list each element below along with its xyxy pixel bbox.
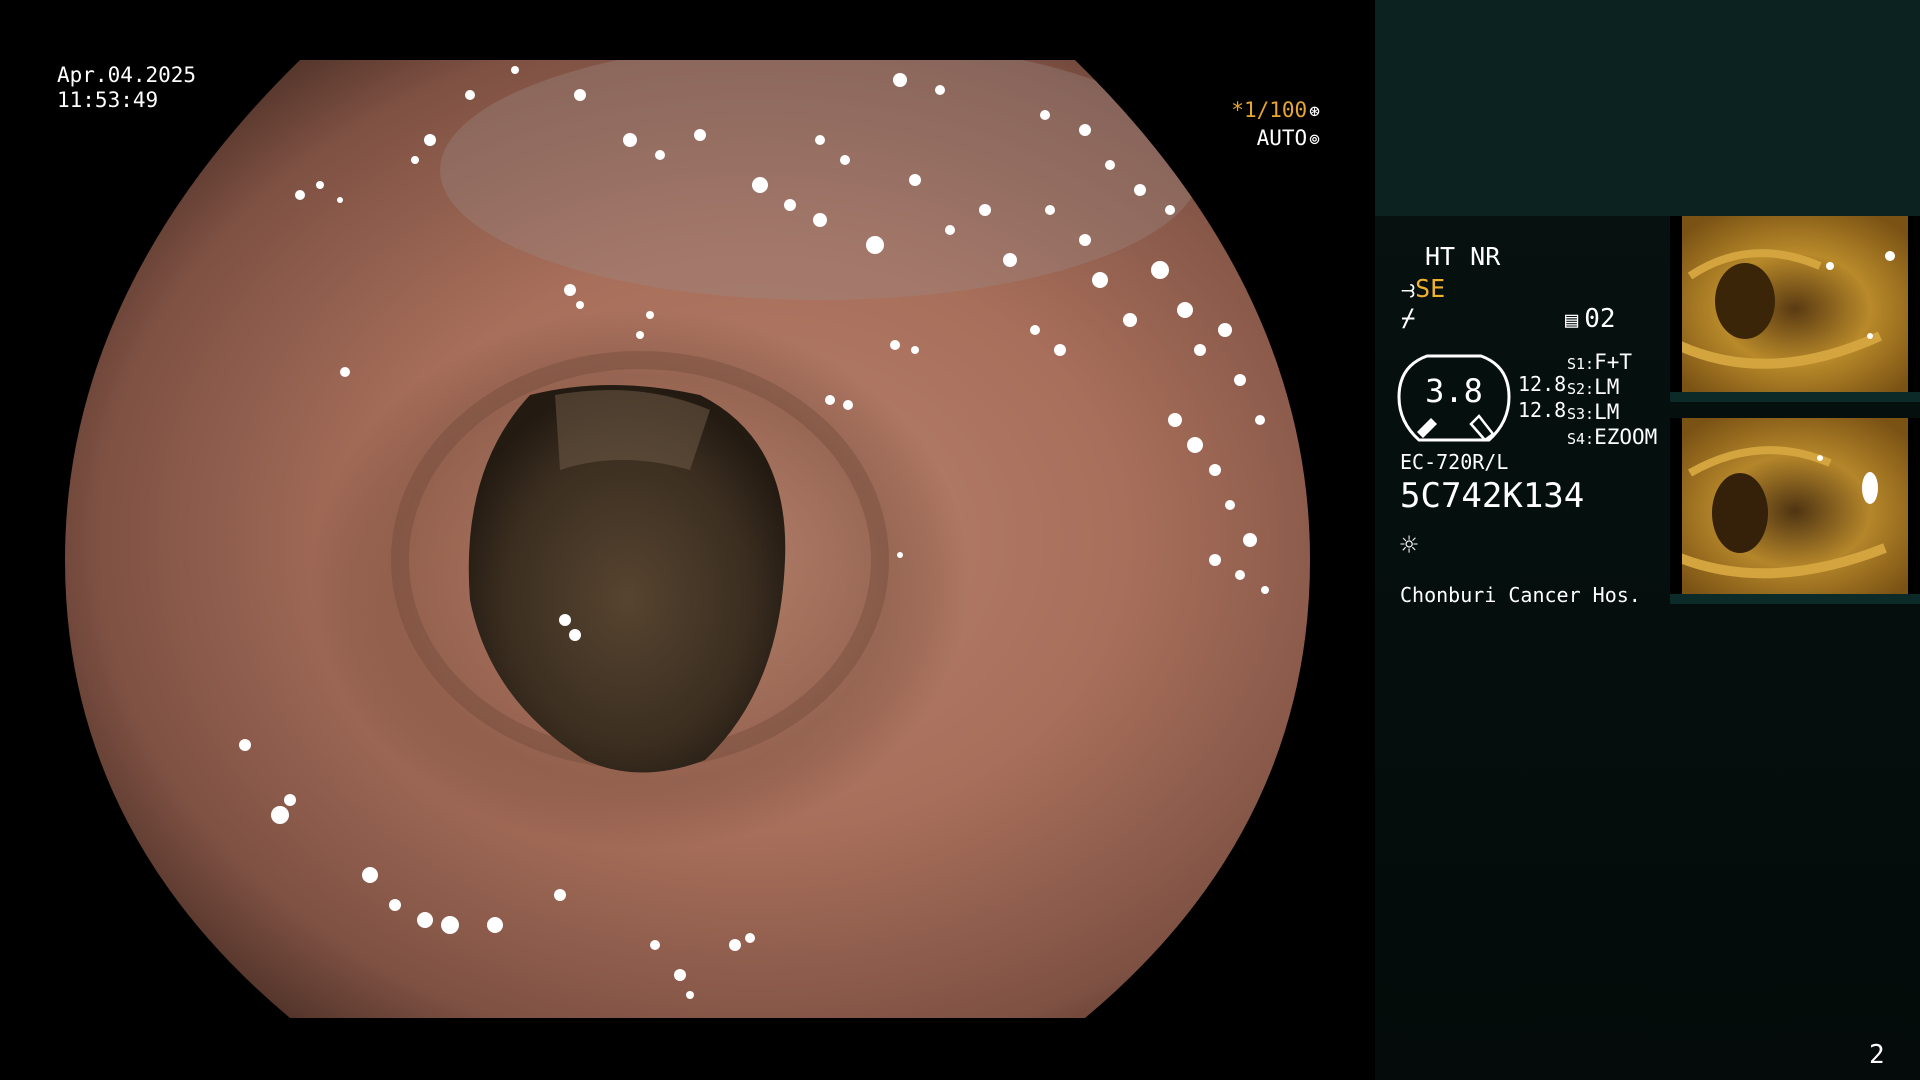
structure-enhance-row: ⥽SE [1401, 274, 1445, 304]
memory-count-row: ▤ 02 [1565, 304, 1616, 334]
switch-value: LM [1594, 400, 1620, 424]
enhance-mode-text: SE [1415, 274, 1446, 303]
switch-row-1: S1:F+T [1567, 350, 1632, 374]
enhance-icon: ⥽ [1401, 274, 1416, 303]
hospital-name-text: Chonburi Cancer Hos. [1400, 583, 1641, 607]
date-time-overlay: Apr.04.2025 11:53:49 [57, 63, 196, 113]
endoscope-live-view: Apr.04.2025 11:53:49 *1/100 ⊛ AUTO ⊚ [0, 0, 1375, 1080]
thumbnail-image [1670, 418, 1920, 604]
switch-key: S3: [1567, 405, 1595, 423]
gauge-value-text: 3.8 [1425, 372, 1483, 410]
gauge-bottom-value: 12.8 [1518, 398, 1567, 422]
time-text: 11:53:49 [57, 88, 159, 112]
switch-value: F+T [1594, 350, 1633, 374]
captured-frame-thumbnail[interactable] [1670, 216, 1920, 402]
switch-row-3: S3:LM [1567, 400, 1619, 424]
switch-key: S1: [1567, 355, 1595, 373]
tone-icon: ⌿ [1401, 304, 1416, 332]
processor-info-panel: HT NR ⥽SE ⌿ ▤ 02 3.8 12.8 12.8 S1:F+T S2:… [1375, 0, 1920, 1080]
thumbnail-image [1670, 216, 1920, 402]
thumbnail-caption-bar [1670, 392, 1920, 402]
captured-frame-thumbnail[interactable] [1670, 418, 1920, 604]
iris-mode-overlay: AUTO ⊚ [1257, 126, 1320, 152]
iris-mode-text: AUTO [1256, 126, 1308, 150]
sun-icon: ☼ [1400, 528, 1419, 563]
switch-row-2: S2:LM [1567, 375, 1619, 399]
switch-key: S4: [1567, 430, 1595, 448]
memory-card-icon: ▤ [1565, 308, 1579, 333]
aperture-icon: ⊛ [1309, 101, 1320, 122]
panel-header-block [1375, 0, 1920, 216]
switch-key: S2: [1567, 380, 1595, 398]
page-number-text: 2 [1869, 1040, 1885, 1070]
shutter-speed-overlay: *1/100 ⊛ [1231, 98, 1320, 124]
switch-value: EZOOM [1594, 425, 1658, 449]
gauge-top-value: 12.8 [1518, 372, 1567, 396]
switch-value: LM [1594, 375, 1620, 399]
switch-row-4: S4:EZOOM [1567, 425, 1657, 449]
scope-model-text: EC-720R/L [1400, 450, 1509, 474]
thumbnail-caption-bar [1670, 594, 1920, 604]
scope-serial-text: 5C742K134 [1400, 476, 1585, 516]
shutter-speed-text: *1/100 [1231, 98, 1308, 122]
date-text: Apr.04.2025 [57, 63, 197, 87]
iris-icon: ⊚ [1309, 129, 1320, 150]
ht-nr-label: HT NR [1425, 242, 1501, 271]
memory-count-text: 02 [1584, 304, 1616, 334]
endoscopic-image [65, 60, 1310, 1018]
